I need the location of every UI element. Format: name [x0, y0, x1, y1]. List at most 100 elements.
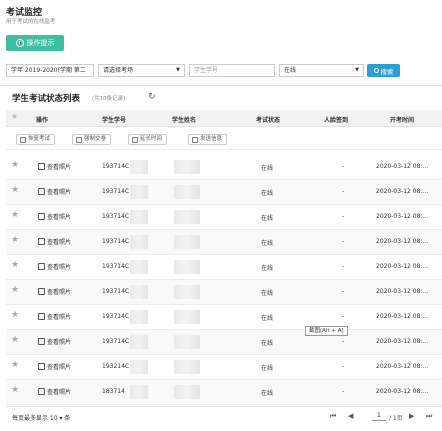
next-page-icon[interactable]: ▶ [409, 412, 414, 420]
view-photo-button[interactable]: 查看照片 [38, 187, 71, 196]
screenshot-tooltip: 截图(Alt + A) [305, 326, 348, 336]
view-photo-button[interactable]: 查看照片 [38, 212, 71, 221]
prev-page-icon[interactable]: ◀ [348, 412, 353, 420]
table-header: ★ 操作 学生学号 学生姓名 考试状态 人脸签到 开考时间 [6, 110, 442, 127]
star-icon[interactable]: ★ [11, 335, 19, 345]
student-id-input[interactable]: 学生学号 [189, 64, 275, 77]
start-time-cell: 2020-03-12 08:... [376, 188, 429, 195]
face-checkin-cell: - [342, 188, 345, 195]
star-icon[interactable]: ★ [11, 385, 19, 395]
chevron-down-icon: ▼ [355, 67, 359, 73]
redacted-block [130, 385, 148, 399]
star-icon[interactable]: ★ [11, 285, 19, 295]
status-select[interactable]: 在线 ▼ [279, 64, 364, 77]
start-time-cell: 2020-03-12 08:... [376, 213, 429, 220]
table-row: ★ 查看照片 193714C 在线 - 2020-03-12 08:... [6, 255, 442, 280]
first-page-icon[interactable]: ⏮ [330, 412, 336, 421]
redacted-name [174, 235, 200, 249]
view-photo-button[interactable]: 查看照片 [38, 312, 71, 321]
star-icon[interactable]: ★ [11, 360, 19, 370]
student-id-cell: 193714C [102, 338, 130, 345]
view-photo-button[interactable]: 查看照片 [38, 387, 71, 396]
star-icon[interactable]: ★ [11, 235, 19, 245]
table-row: ★ 查看照片 183714 在线 - 2020-03-12 08:... [6, 380, 442, 405]
start-time-cell: 2020-03-12 08:... [376, 263, 429, 270]
star-icon[interactable]: ★ [11, 160, 19, 170]
student-id-cell: 193214C [102, 363, 130, 370]
redacted-name [174, 310, 200, 324]
redacted-name [174, 360, 200, 374]
redacted-name [174, 385, 200, 399]
table-row: ★ 查看照片 193714C 在线 - 2020-03-12 08:... [6, 230, 442, 255]
start-time-cell: 2020-03-12 08:... [376, 388, 429, 395]
table-row: ★ 查看照片 193714C 在线 - 2020-03-12 08:... [6, 180, 442, 205]
info-icon [15, 39, 24, 47]
redacted-block [130, 235, 148, 249]
redacted-name [174, 260, 200, 274]
operation-tips-button[interactable]: 操作提示 [6, 35, 64, 51]
face-checkin-cell: - [342, 363, 345, 370]
force-submit-button[interactable]: 强制交卷 [72, 134, 112, 145]
chevron-down-icon: ▼ [176, 67, 180, 73]
star-icon[interactable]: ★ [11, 185, 19, 195]
view-photo-button[interactable]: 查看照片 [38, 162, 71, 171]
redacted-block [130, 185, 148, 199]
student-id-cell: 193714C [102, 213, 130, 220]
term-select[interactable]: 学年 2019-2020(学期 第二 [6, 64, 94, 77]
start-time-cell: 2020-03-12 08:... [376, 288, 429, 295]
redacted-block [130, 210, 148, 224]
table-row: ★ 查看照片 193214C 在线 - 2020-03-12 08:... [6, 355, 442, 380]
exam-status-cell: 在线 [261, 240, 274, 247]
redacted-block [130, 285, 148, 299]
exam-room-value: 请选择考场 [103, 67, 134, 74]
view-photo-button[interactable]: 查看照片 [38, 262, 71, 271]
bulk-actions: 恢复考试 强制交卷 延长时间 发送信息 [6, 129, 442, 150]
last-page-icon[interactable]: ⏭ [426, 412, 432, 421]
start-time-cell: 2020-03-12 08:... [376, 313, 429, 320]
resume-exam-button[interactable]: 恢复考试 [16, 134, 56, 145]
view-photo-button[interactable]: 查看照片 [38, 337, 71, 346]
face-checkin-cell: - [342, 163, 345, 170]
student-id-cell: 193714C [102, 238, 130, 245]
face-checkin-cell: - [342, 338, 345, 345]
view-photo-button[interactable]: 查看照片 [38, 237, 71, 246]
student-id-cell: 183714 [102, 388, 125, 395]
redacted-name [174, 335, 200, 349]
pagination-bar: 每页最多显示 10 ▾ 条 ⏮ ◀ 1 / 1页 ▶ ⏭ [6, 406, 442, 428]
page-input[interactable]: 1 [372, 411, 386, 421]
col-student-name: 学生姓名 [172, 117, 197, 124]
exam-status-cell: 在线 [261, 265, 274, 272]
student-id-cell: 193714C [102, 163, 130, 170]
exam-status-cell: 在线 [261, 315, 274, 322]
start-time-cell: 2020-03-12 08:... [376, 238, 429, 245]
exam-status-cell: 在线 [261, 340, 274, 347]
table-row: ★ 查看照片 193714C 在线 - 2020-03-12 08:... [6, 205, 442, 230]
redacted-block [130, 335, 148, 349]
start-time-cell: 2020-03-12 08:... [376, 338, 429, 345]
search-button[interactable]: 搜索 [367, 64, 400, 77]
col-start-time: 开考时间 [390, 117, 415, 124]
star-icon[interactable]: ★ [11, 260, 19, 270]
col-face-checkin: 人脸签到 [324, 117, 349, 124]
exam-status-cell: 在线 [261, 365, 274, 372]
table-row: ★ 查看照片 193714C 在线 - 2020-03-12 08:... [6, 330, 442, 355]
table-row: ★ 查看照片 193714C 在线 - 2020-03-12 08:... [6, 280, 442, 305]
star-icon[interactable]: ★ [11, 310, 19, 320]
col-operation: 操作 [36, 117, 49, 124]
per-page-select[interactable]: 每页最多显示 10 ▾ 条 [12, 413, 70, 422]
exam-status-cell: 在线 [261, 215, 274, 222]
view-photo-button[interactable]: 查看照片 [38, 362, 71, 371]
search-label: 搜索 [380, 67, 394, 76]
page-subtitle: 用于考试的在线监考 [6, 19, 56, 25]
page-total: / 1页 [389, 415, 403, 422]
exam-room-select[interactable]: 请选择考场 ▼ [98, 64, 185, 77]
star-icon[interactable]: ★ [11, 210, 19, 220]
table-row: ★ 查看照片 193714C 在线 - 2020-03-12 08:... [6, 155, 442, 180]
redacted-name [174, 210, 200, 224]
view-photo-button[interactable]: 查看照片 [38, 287, 71, 296]
send-message-button[interactable]: 发送信息 [188, 134, 228, 145]
redacted-name [174, 285, 200, 299]
refresh-icon[interactable]: ↻ [148, 92, 156, 102]
extend-time-button[interactable]: 延长时间 [128, 134, 168, 145]
face-checkin-cell: - [342, 213, 345, 220]
